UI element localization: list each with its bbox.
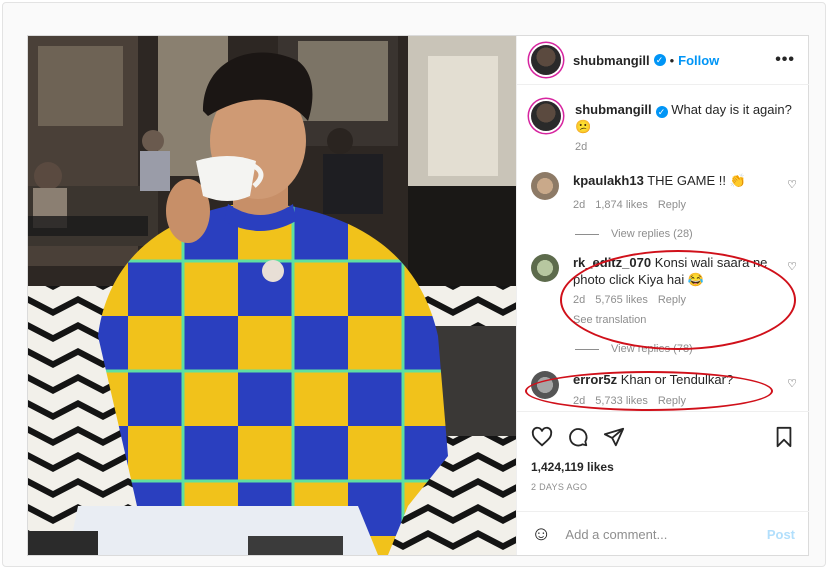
comment-age: 2d	[573, 395, 586, 407]
comment-text: Khan or Tendulkar?	[620, 372, 734, 387]
verified-icon: ✓	[653, 54, 666, 66]
comment-age: 2d	[573, 199, 586, 211]
comment-item: kpaulakh13 THE GAME !! 👏 2d 1,874 likes Re…	[517, 172, 809, 214]
comment-likes[interactable]: 5,765 likes	[595, 294, 648, 306]
caption: shubmangill ✓ What day is it again? 😕 2d	[517, 85, 809, 156]
comment-text: THE GAME !!	[647, 173, 726, 188]
caption-emoji: 😕	[575, 119, 592, 134]
comment-likes[interactable]: 1,874 likes	[595, 199, 648, 211]
screenshot-frame: shubmangill ✓ • Follow ••• shubmangill ✓ …	[0, 0, 827, 568]
comment-avatar[interactable]	[531, 254, 559, 282]
comment-avatar[interactable]	[531, 371, 559, 399]
reply-button[interactable]: Reply	[658, 199, 686, 211]
caption-age: 2d	[575, 141, 588, 153]
reply-button[interactable]: Reply	[658, 294, 686, 306]
verified-icon: ✓	[655, 106, 668, 118]
comment-input[interactable]: Add a comment...	[565, 527, 766, 542]
comment-avatar[interactable]	[531, 172, 559, 200]
comment-emoji: 👏	[729, 173, 746, 188]
avatar[interactable]	[531, 45, 561, 75]
separator-dot: •	[669, 52, 675, 68]
likes-count[interactable]: 1,424,119 likes	[531, 460, 795, 474]
share-icon[interactable]	[603, 426, 625, 448]
comment-like-icon[interactable]: ♡	[787, 178, 797, 191]
follow-button[interactable]: Follow	[678, 53, 719, 68]
comment-username[interactable]: kpaulakh13	[573, 173, 644, 188]
comments-list[interactable]: shubmangill ✓ What day is it again? 😕 2d …	[517, 85, 809, 411]
comment-item: error5z Khan or Tendulkar? 2d 5,733 likes…	[517, 371, 809, 410]
more-options-icon[interactable]: •••	[775, 51, 795, 69]
comment-likes[interactable]: 5,733 likes	[595, 395, 648, 407]
post-timestamp: 2 DAYS AGO	[531, 482, 588, 492]
bookmark-icon[interactable]	[773, 426, 795, 448]
add-comment-bar: ☺ Add a comment... Post	[517, 511, 809, 556]
instagram-post: shubmangill ✓ • Follow ••• shubmangill ✓ …	[27, 35, 809, 556]
post-header: shubmangill ✓ • Follow •••	[517, 36, 809, 85]
comment-icon[interactable]	[567, 426, 589, 448]
post-comment-button[interactable]: Post	[767, 527, 795, 542]
caption-text: What day is it again?	[671, 102, 792, 117]
comment-emoji: 😂	[687, 272, 705, 287]
comment-username[interactable]: rk_editz_070	[573, 255, 651, 270]
comment-age: 2d	[573, 294, 586, 306]
post-photo[interactable]	[28, 36, 516, 555]
heart-icon[interactable]	[531, 426, 553, 448]
see-translation-button[interactable]: See translation	[573, 312, 795, 329]
post-sidebar: shubmangill ✓ • Follow ••• shubmangill ✓ …	[516, 36, 809, 555]
caption-avatar[interactable]	[531, 101, 561, 131]
comment-item: rk_editz_070 Konsi wali saara ne photo c…	[517, 254, 809, 329]
comment-like-icon[interactable]: ♡	[787, 377, 797, 390]
emoji-icon[interactable]: ☺	[531, 523, 551, 546]
caption-username[interactable]: shubmangill	[575, 102, 652, 117]
comment-username[interactable]: error5z	[573, 372, 617, 387]
action-bar: 1,424,119 likes 2 DAYS AGO	[517, 411, 809, 492]
page-container: shubmangill ✓ • Follow ••• shubmangill ✓ …	[2, 2, 826, 567]
reply-button[interactable]: Reply	[658, 395, 686, 407]
comment-like-icon[interactable]: ♡	[787, 260, 797, 273]
view-replies-button[interactable]: View replies (78)	[575, 343, 809, 355]
view-replies-button[interactable]: View replies (28)	[575, 228, 809, 240]
post-image	[28, 36, 516, 555]
header-username[interactable]: shubmangill	[573, 53, 650, 68]
